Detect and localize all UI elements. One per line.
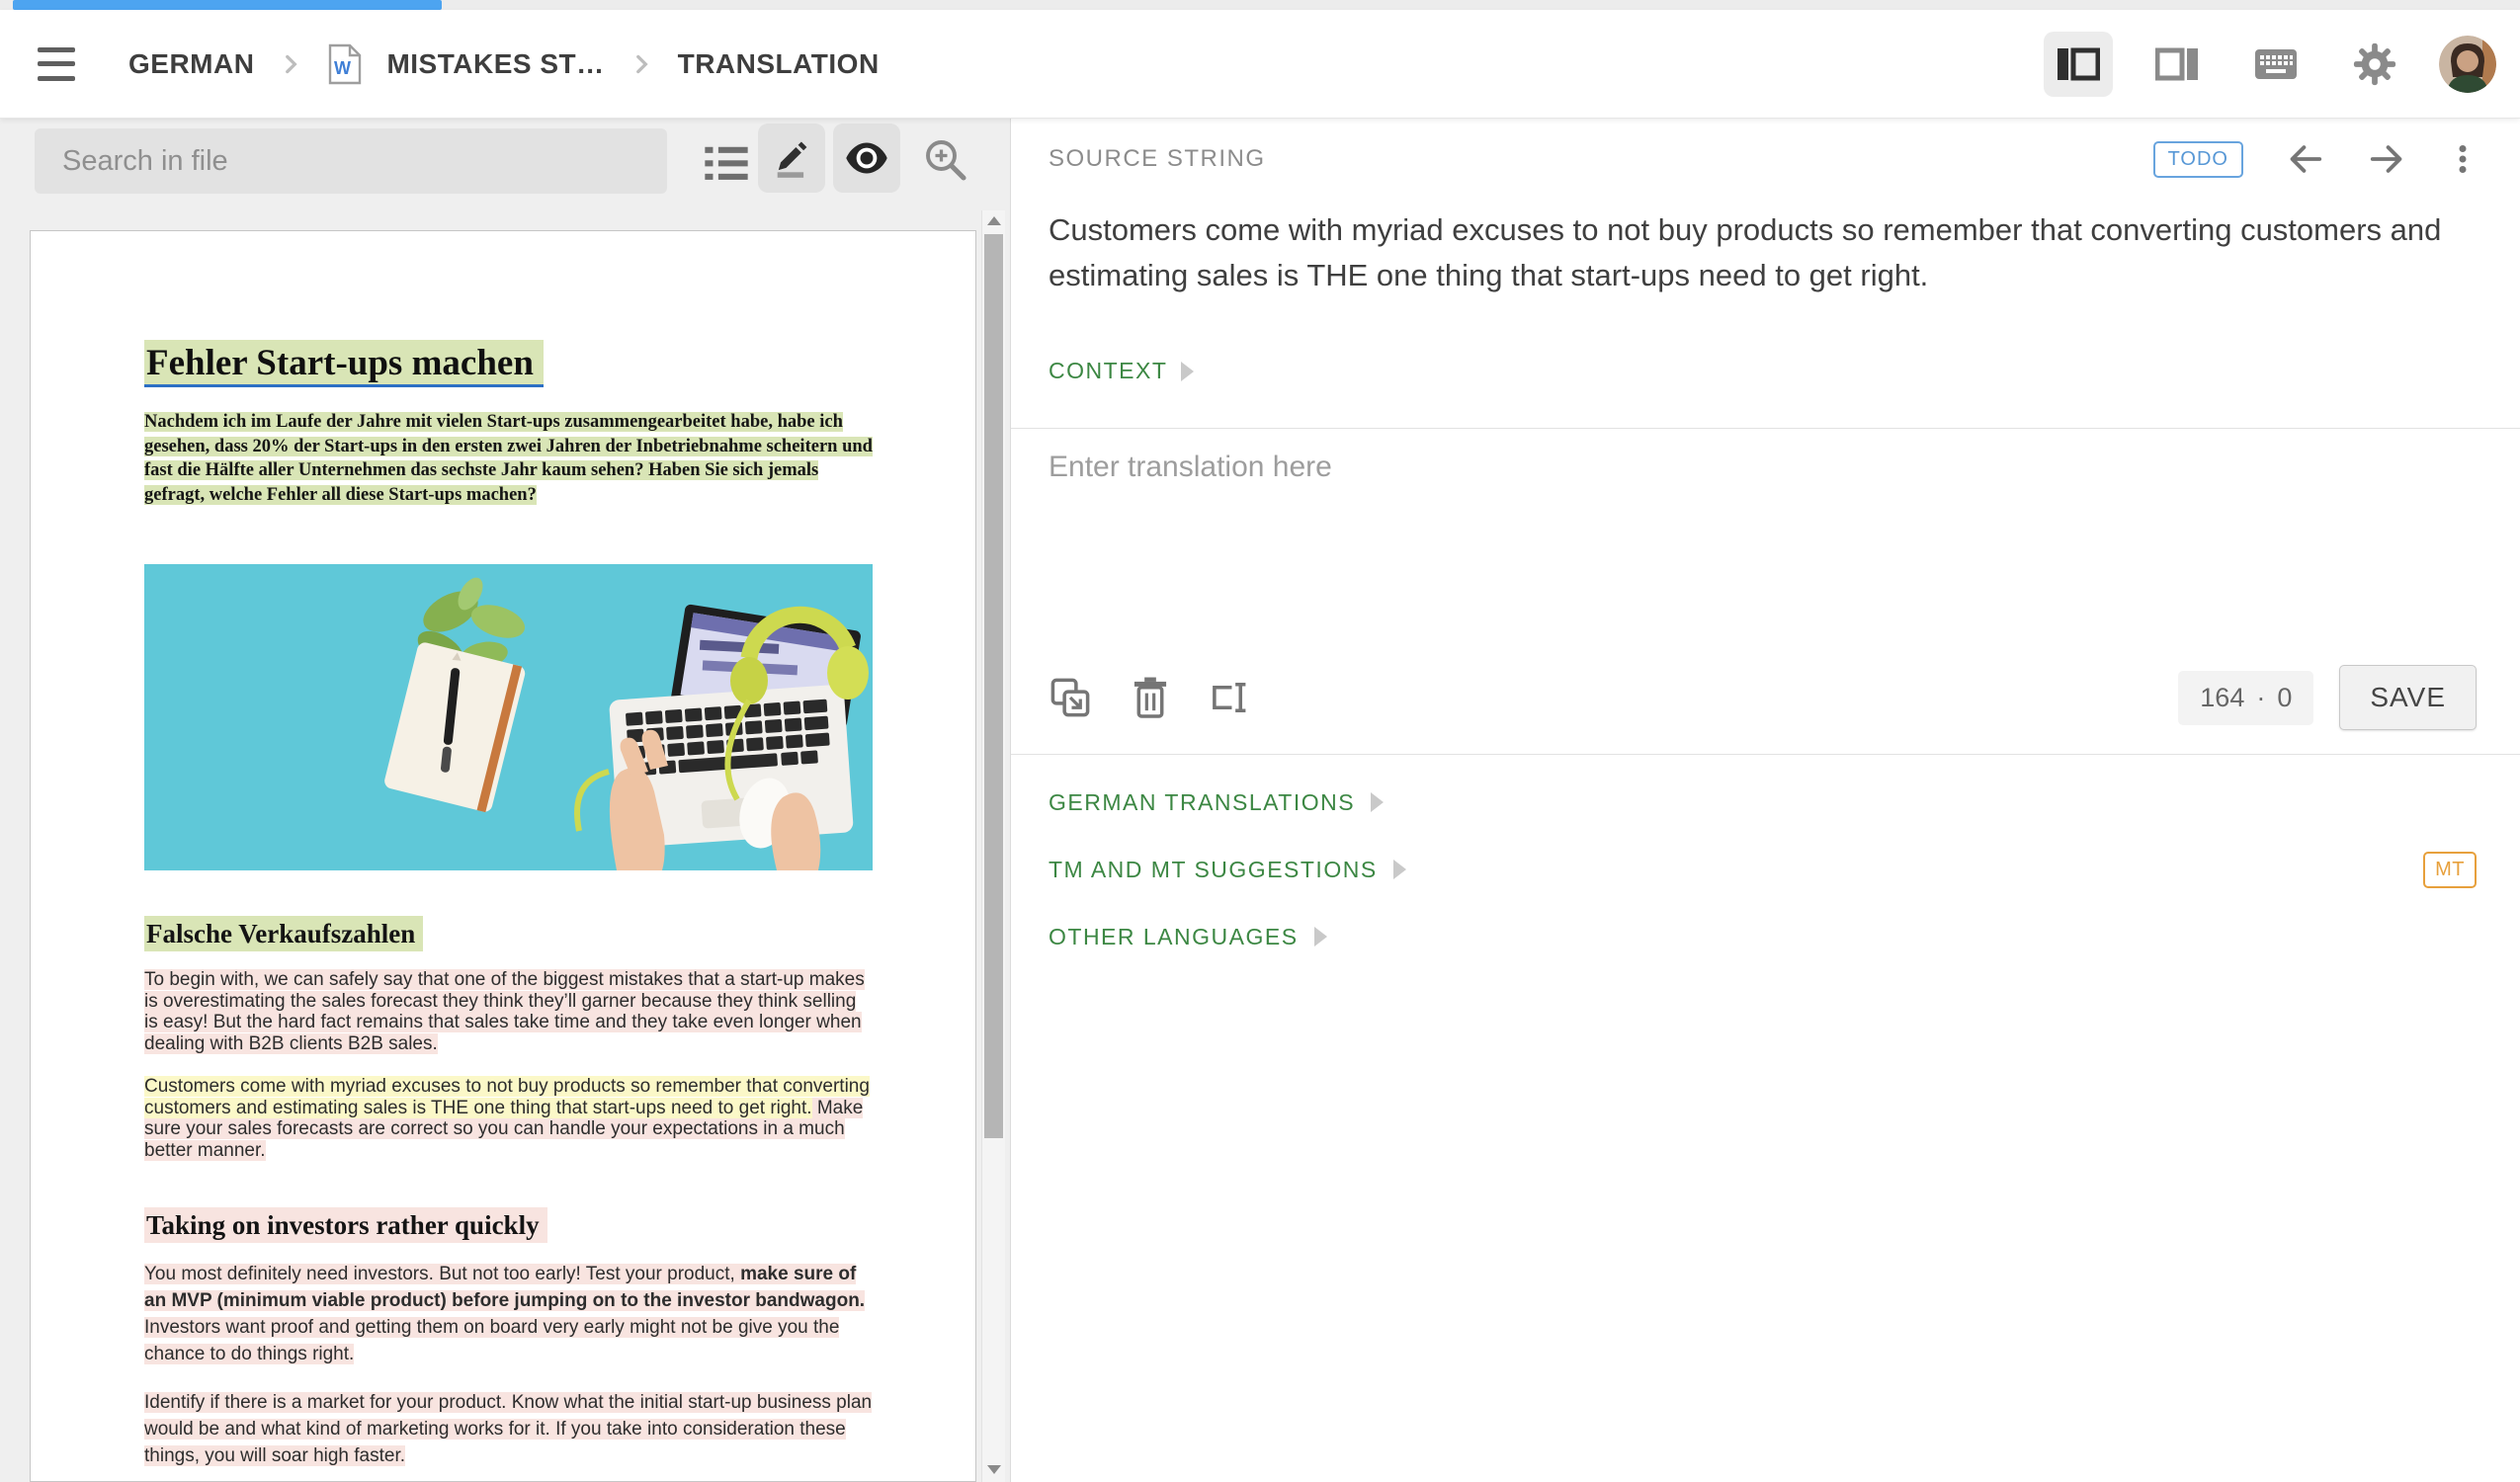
doc-p: Customers come with myriad excuses to no… <box>144 1076 873 1161</box>
chevron-right-icon <box>629 51 654 77</box>
selected-count: 0 <box>2277 683 2292 713</box>
source-string-text: Customers come with myriad excuses to no… <box>1049 207 2501 298</box>
layout-left-icon <box>2057 47 2100 81</box>
char-count: 164 <box>2200 683 2244 713</box>
arrow-right-icon <box>2368 140 2405 178</box>
section-tm-mt-suggestions[interactable]: TM AND MT SUGGESTIONS MT <box>1011 836 2520 903</box>
char-counter: 164 · 0 <box>2178 671 2313 725</box>
doc-string[interactable]: Fehler Start-ups machen <box>144 340 544 387</box>
eye-icon <box>845 141 888 175</box>
save-button[interactable]: SAVE <box>2339 665 2477 730</box>
file-progress-fill <box>13 0 442 10</box>
context-toggle[interactable]: CONTEXT <box>1049 358 1194 384</box>
next-string-button[interactable] <box>2368 140 2405 178</box>
svg-text:W: W <box>334 58 351 78</box>
strings-list-icon[interactable] <box>704 142 749 184</box>
more-vertical-icon <box>2449 140 2477 178</box>
word-file-icon: W <box>327 43 363 85</box>
top-bar: GERMAN W MISTAKES ST… TRANSLATION <box>0 10 2520 119</box>
menu-icon[interactable] <box>38 47 77 81</box>
translation-actions: 164 · 0 SAVE <box>1049 652 2477 743</box>
source-string-header: SOURCE STRING TODO <box>1049 136 2477 182</box>
context-label: CONTEXT <box>1049 358 1167 384</box>
expand-triangle-icon <box>1314 927 1327 947</box>
layout-right-icon <box>2155 47 2199 81</box>
previous-string-button[interactable] <box>2287 140 2324 178</box>
section-label: TM AND MT SUGGESTIONS <box>1049 857 1378 883</box>
preview-mode-button[interactable] <box>833 124 900 193</box>
section-german-translations[interactable]: GERMAN TRANSLATIONS <box>1011 769 2520 836</box>
expand-triangle-icon <box>1371 792 1384 812</box>
document-scrollbar[interactable] <box>981 210 1005 1482</box>
doc-p: You most definitely need investors. But … <box>144 1261 873 1367</box>
doc-h2: Taking on investors rather quickly <box>144 1210 873 1241</box>
avatar[interactable] <box>2439 36 2496 93</box>
breadcrumb-page[interactable]: TRANSLATION <box>678 48 880 80</box>
pencil-icon <box>772 136 811 180</box>
section-other-languages[interactable]: OTHER LANGUAGES <box>1011 903 2520 970</box>
doc-string[interactable]: You most definitely need investors. But … <box>144 1264 740 1284</box>
doc-string[interactable]: Customers come with myriad excuses to no… <box>144 1076 870 1118</box>
doc-h2: Falsche Verkaufszahlen <box>144 919 873 949</box>
scrollbar-thumb[interactable] <box>984 234 1003 1138</box>
document-preview-panel: Fehler Start-ups machen Nachdem ich im La… <box>0 119 1010 1482</box>
layout-left-panel-button[interactable] <box>2044 32 2113 97</box>
divider <box>1011 428 2520 429</box>
scroll-down-icon[interactable] <box>987 1465 1001 1474</box>
zoom-in-icon[interactable] <box>922 136 969 184</box>
doc-string[interactable]: Investors want proof and getting them on… <box>144 1317 839 1364</box>
settings-button[interactable] <box>2340 32 2409 97</box>
keyboard-icon <box>2255 49 2297 79</box>
expand-triangle-icon <box>1393 860 1406 879</box>
document-page: Fehler Start-ups machen Nachdem ich im La… <box>30 230 976 1482</box>
doc-string[interactable]: Falsche Verkaufszahlen <box>144 916 423 951</box>
source-string-label: SOURCE STRING <box>1049 145 1266 173</box>
chevron-right-icon <box>278 51 303 77</box>
count-separator: · <box>2256 683 2265 713</box>
text-cursor-icon <box>1209 676 1252 719</box>
doc-p: Identify if there is a market for your p… <box>144 1389 873 1469</box>
document-content: Fehler Start-ups machen Nachdem ich im La… <box>31 231 976 1482</box>
doc-string[interactable]: Identify if there is a market for your p… <box>144 1392 872 1466</box>
expand-triangle-icon <box>1181 362 1194 381</box>
doc-p: Nachdem ich im Laufe der Jahre mit viele… <box>144 410 873 507</box>
keyboard-shortcuts-button[interactable] <box>2241 32 2310 97</box>
select-text-button[interactable] <box>1209 676 1252 719</box>
breadcrumb: GERMAN W MISTAKES ST… TRANSLATION <box>128 43 880 85</box>
mt-badge: MT <box>2423 852 2477 888</box>
doc-p: To begin with, we can safely say that on… <box>144 969 873 1054</box>
clear-translation-button[interactable] <box>1132 676 1169 719</box>
breadcrumb-project[interactable]: GERMAN <box>128 48 254 80</box>
crowdin-editor-app: GERMAN W MISTAKES ST… TRANSLATION <box>0 0 2520 1482</box>
doc-h1: Fehler Start-ups machen <box>144 342 873 384</box>
section-label: OTHER LANGUAGES <box>1049 924 1299 950</box>
scroll-up-icon[interactable] <box>987 216 1001 225</box>
document-photo <box>144 564 873 870</box>
gear-icon <box>2352 41 2397 87</box>
doc-string[interactable]: Nachdem ich im Laufe der Jahre mit viele… <box>144 412 873 505</box>
file-progress-bar <box>0 0 2520 10</box>
trash-icon <box>1132 676 1169 719</box>
doc-string[interactable]: Taking on investors rather quickly <box>144 1207 547 1243</box>
translation-input[interactable] <box>1049 451 2452 638</box>
copy-source-icon <box>1049 676 1092 719</box>
breadcrumb-file[interactable]: MISTAKES ST… <box>386 48 604 80</box>
translation-panel: SOURCE STRING TODO Customers come with m… <box>1010 119 2520 1482</box>
main-area: Fehler Start-ups machen Nachdem ich im La… <box>0 119 2520 1482</box>
more-options-button[interactable] <box>2449 140 2477 178</box>
section-label: GERMAN TRANSLATIONS <box>1049 789 1355 816</box>
doc-string[interactable]: To begin with, we can safely say that on… <box>144 969 865 1054</box>
status-badge: TODO <box>2153 141 2243 178</box>
copy-source-button[interactable] <box>1049 676 1092 719</box>
layout-right-panel-button[interactable] <box>2142 32 2212 97</box>
arrow-left-icon <box>2287 140 2324 178</box>
search-input[interactable] <box>35 128 667 194</box>
edit-mode-button[interactable] <box>758 124 825 193</box>
suggestion-sections: GERMAN TRANSLATIONS TM AND MT SUGGESTION… <box>1011 769 2520 970</box>
divider <box>1011 754 2520 755</box>
